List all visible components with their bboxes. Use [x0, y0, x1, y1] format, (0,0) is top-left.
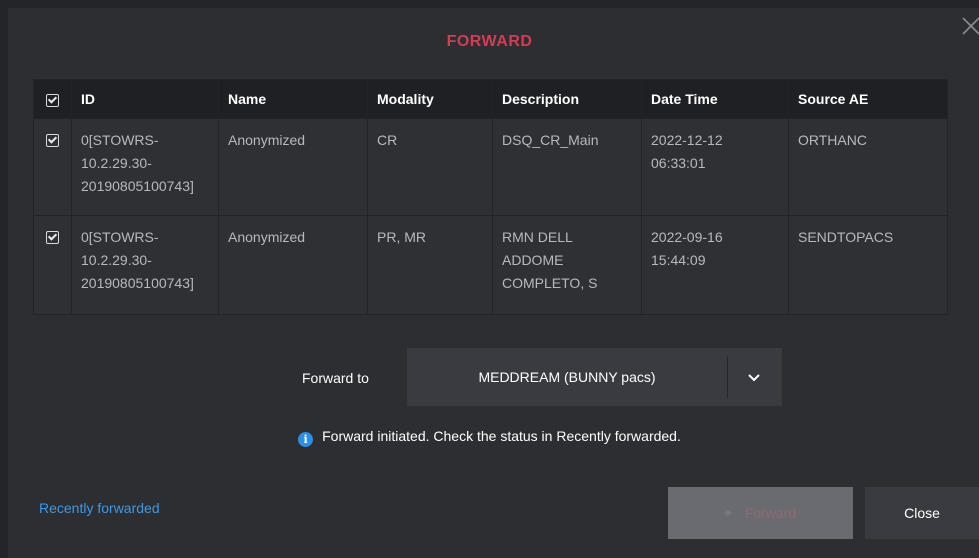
select-all-checkbox[interactable]	[46, 93, 59, 107]
row-checkbox-cell	[33, 118, 72, 216]
column-header-name[interactable]: Name	[218, 79, 368, 119]
select-divider	[727, 356, 728, 398]
spinner-icon	[724, 510, 731, 516]
info-text: Forward initiated. Check the status in R…	[322, 428, 681, 444]
cell-modality: CR	[367, 118, 493, 216]
cell-modality: PR, MR	[367, 215, 493, 315]
forward-to-label: Forward to	[302, 370, 369, 386]
forward-button-label: Forward	[744, 505, 797, 521]
cell-source-ae: ORTHANC	[788, 118, 948, 216]
row-checkbox[interactable]	[46, 133, 59, 147]
column-header-modality[interactable]: Modality	[367, 79, 493, 119]
table-row[interactable]: 0[STOWRS- 10.2.29.30- 20190805100743] An…	[33, 215, 948, 315]
column-header-id[interactable]: ID	[71, 79, 219, 119]
column-header-datetime[interactable]: Date Time	[641, 79, 789, 119]
forward-status-message: i Forward initiated. Check the status in …	[0, 428, 979, 447]
chevron-down-icon[interactable]	[747, 371, 761, 383]
dialog-title: FORWARD	[446, 33, 533, 50]
column-header-description[interactable]: Description	[492, 79, 642, 119]
cell-datetime: 2022-12-12 06:33:01	[641, 118, 789, 216]
cell-source-ae: SENDTOPACS	[788, 215, 948, 315]
studies-table: ID Name Modality Description Date Time S…	[33, 79, 948, 315]
forward-destination-select[interactable]: MEDDREAM (BUNNY pacs)	[407, 348, 782, 406]
cell-datetime: 2022-09-16 15:44:09	[641, 215, 789, 315]
header-checkbox-cell	[33, 79, 72, 119]
cell-description: RMN DELL ADDOME COMPLETO, S	[492, 215, 642, 315]
forward-button[interactable]: Forward	[668, 487, 853, 539]
column-header-source-ae[interactable]: Source AE	[788, 79, 948, 119]
selected-destination: MEDDREAM (BUNNY pacs)	[478, 369, 656, 385]
table-header-row: ID Name Modality Description Date Time S…	[33, 79, 948, 119]
cell-name: Anonymized	[218, 118, 368, 216]
cell-id: 0[STOWRS- 10.2.29.30- 20190805100743]	[71, 215, 219, 315]
info-icon: i	[298, 432, 314, 447]
cell-name: Anonymized	[218, 215, 368, 315]
row-checkbox[interactable]	[46, 230, 59, 244]
table-row[interactable]: 0[STOWRS- 10.2.29.30- 20190805100743] An…	[33, 118, 948, 216]
recently-forwarded-link[interactable]: Recently forwarded	[39, 500, 160, 516]
cell-id: 0[STOWRS- 10.2.29.30- 20190805100743]	[71, 118, 219, 216]
cell-description: DSQ_CR_Main	[492, 118, 642, 216]
row-checkbox-cell	[33, 215, 72, 315]
close-button[interactable]: Close	[865, 487, 979, 539]
